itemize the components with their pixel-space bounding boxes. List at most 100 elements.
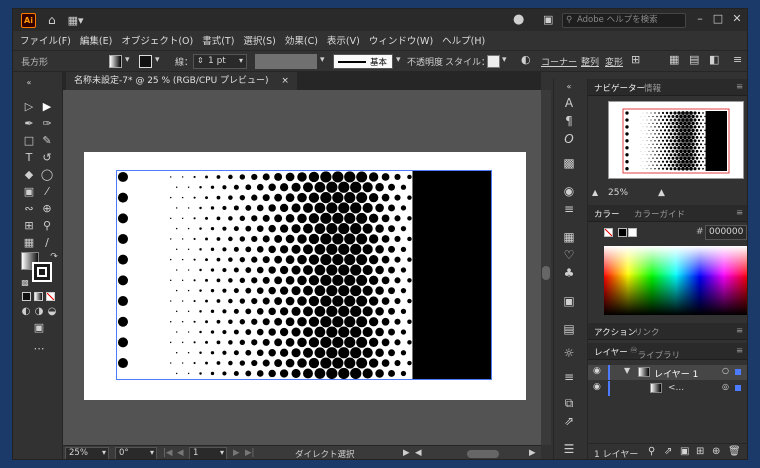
- panel-menu-icon[interactable]: ≡: [736, 82, 743, 92]
- home-icon[interactable]: ⌂: [48, 13, 56, 27]
- white-swatch[interactable]: [628, 228, 637, 237]
- panel-menu-icon[interactable]: ≡: [733, 53, 742, 66]
- expand-chevron-icon[interactable]: ▼: [624, 366, 630, 375]
- eraser-tool-icon[interactable]: ◆: [22, 168, 36, 182]
- artboard-tool-icon[interactable]: ⊞: [22, 219, 36, 233]
- navigator-thumbnail[interactable]: [608, 101, 744, 179]
- first-artboard-icon[interactable]: |◀: [163, 448, 172, 458]
- menu-window[interactable]: ウィンドウ(W): [369, 33, 433, 47]
- menu-effect[interactable]: 効果(C): [285, 33, 318, 47]
- chevron-down-icon[interactable]: ▾: [502, 55, 507, 65]
- tab-color[interactable]: カラー: [594, 208, 620, 220]
- appearance-panel-icon[interactable]: ◉: [561, 183, 577, 199]
- menu-help[interactable]: ヘルプ(H): [442, 33, 485, 47]
- rectangle-tool-icon[interactable]: □: [22, 134, 36, 148]
- target-icon[interactable]: ○: [722, 366, 729, 375]
- visibility-eye-icon[interactable]: ◉: [593, 382, 601, 392]
- none-color-swatch[interactable]: [604, 228, 613, 237]
- stroke-panel-icon[interactable]: ≡: [561, 201, 577, 217]
- clipping-mask-icon[interactable]: ▣: [680, 446, 689, 457]
- shape-builder-tool-icon[interactable]: ⊕: [40, 202, 54, 216]
- selection-indicator[interactable]: [735, 385, 741, 391]
- zoom-out-icon[interactable]: ▲: [592, 188, 598, 197]
- target-icon[interactable]: ◎: [722, 382, 729, 391]
- symbols-panel-icon[interactable]: ♣: [561, 265, 577, 281]
- search-input[interactable]: ⚲ Adobe ヘルプを検索: [562, 13, 686, 28]
- previous-artboard-icon[interactable]: ◀: [177, 448, 184, 458]
- stroke-swatch[interactable]: [139, 55, 152, 68]
- paragraph-panel-icon[interactable]: ¶: [561, 113, 577, 129]
- transform-panel-icon[interactable]: ▩: [561, 155, 577, 171]
- graphic-styles-panel-icon[interactable]: ▤: [561, 321, 577, 337]
- horizontal-scroll-thumb[interactable]: [467, 450, 499, 458]
- curvature-tool-icon[interactable]: ✑: [40, 117, 54, 131]
- halftone-artwork[interactable]: [116, 170, 492, 380]
- transform-link[interactable]: 変形: [605, 55, 623, 68]
- pathfinder-panel-icon[interactable]: ⧉: [561, 395, 577, 411]
- status-menu-icon[interactable]: ▶: [403, 448, 410, 458]
- menu-type[interactable]: 書式(T): [202, 33, 234, 47]
- menu-view[interactable]: 表示(V): [327, 33, 360, 47]
- chevron-down-icon[interactable]: ▾: [396, 55, 401, 65]
- default-colors-icon[interactable]: ▩: [18, 276, 32, 290]
- screen-mode-icon[interactable]: ▣: [32, 321, 46, 335]
- color-spectrum[interactable]: [604, 246, 747, 315]
- paintbrush-tool-icon[interactable]: ✎: [40, 134, 54, 148]
- align-panel-icon[interactable]: ≡: [561, 369, 577, 385]
- character-panel-icon[interactable]: A: [561, 95, 577, 111]
- blend-tool-icon[interactable]: ∾: [22, 202, 36, 216]
- layer-row[interactable]: ◉ ▼ レイヤー 1 ○: [588, 365, 747, 380]
- color-mode-button[interactable]: [22, 292, 31, 301]
- export-panel-icon[interactable]: ⇗: [561, 413, 577, 429]
- layer-name[interactable]: レイヤー 1: [654, 367, 698, 380]
- visibility-eye-icon[interactable]: ◉: [593, 366, 601, 376]
- selection-tool-icon[interactable]: ▷: [22, 100, 36, 114]
- tab-actions[interactable]: アクション: [594, 326, 636, 338]
- opacity-label[interactable]: 不透明度: [407, 55, 443, 68]
- close-button[interactable]: ✕: [730, 12, 744, 26]
- selection-indicator[interactable]: [735, 369, 741, 375]
- black-swatch[interactable]: [618, 228, 627, 237]
- pen-tool-icon[interactable]: ✒: [22, 117, 36, 131]
- export-icon[interactable]: ⇗: [664, 446, 672, 457]
- tab-libraries[interactable]: ♾ ライブラリ: [630, 346, 680, 361]
- opentype-panel-icon[interactable]: O: [561, 131, 577, 147]
- distribute-icon[interactable]: ◧: [709, 53, 719, 66]
- menu-select[interactable]: 選択(S): [243, 33, 275, 47]
- scroll-thumb[interactable]: [542, 266, 550, 280]
- close-tab-icon[interactable]: ×: [281, 76, 289, 86]
- dock-collapse-icon[interactable]: «: [561, 79, 577, 95]
- zoom-field[interactable]: 25% ▾: [65, 447, 109, 459]
- eyedropper-tool-icon[interactable]: ⁄: [40, 185, 54, 199]
- sublayer-row[interactable]: ◉ <... ◎: [588, 381, 747, 396]
- chevron-down-icon[interactable]: ▾: [150, 448, 154, 457]
- tab-info[interactable]: 情報: [644, 82, 661, 94]
- arrange-icon[interactable]: ▦: [669, 53, 679, 66]
- panel-menu-icon[interactable]: ≡: [736, 346, 743, 356]
- direct-selection-tool-icon[interactable]: ▶: [40, 100, 54, 114]
- properties-panel-icon[interactable]: ☰: [561, 441, 577, 457]
- more-tools-icon[interactable]: ⋯: [32, 342, 46, 356]
- tab-links[interactable]: リンク: [634, 326, 660, 338]
- draw-normal-icon[interactable]: ◐: [19, 305, 33, 319]
- scroll-right-icon[interactable]: ▶: [529, 448, 536, 458]
- navigator-zoom-value[interactable]: 25%: [608, 188, 628, 198]
- tab-layers[interactable]: レイヤー: [594, 346, 628, 358]
- canvas[interactable]: [63, 90, 541, 445]
- vertical-scrollbar[interactable]: [541, 90, 551, 445]
- workspace-switcher-icon[interactable]: ▦▾: [68, 14, 84, 27]
- brushes-panel-icon[interactable]: ♡: [561, 247, 577, 263]
- maximize-button[interactable]: □: [711, 12, 725, 26]
- rotate-tool-icon[interactable]: ↺: [40, 151, 54, 165]
- scroll-left-icon[interactable]: ◀: [415, 448, 422, 458]
- panel-collapse-icon[interactable]: «: [22, 76, 36, 90]
- minimize-button[interactable]: –: [693, 12, 707, 26]
- user-icon[interactable]: ●: [513, 12, 524, 27]
- corner-link[interactable]: コーナー: [541, 55, 577, 68]
- stroke-dropdown-icon[interactable]: ▾: [155, 55, 160, 65]
- gradient-tool-icon[interactable]: ▣: [22, 185, 36, 199]
- new-sublayer-icon[interactable]: ⊞: [696, 446, 704, 457]
- delete-layer-icon[interactable]: 🗑: [728, 446, 741, 457]
- menu-edit[interactable]: 編集(E): [80, 33, 112, 47]
- type-tool-icon[interactable]: T: [22, 151, 36, 165]
